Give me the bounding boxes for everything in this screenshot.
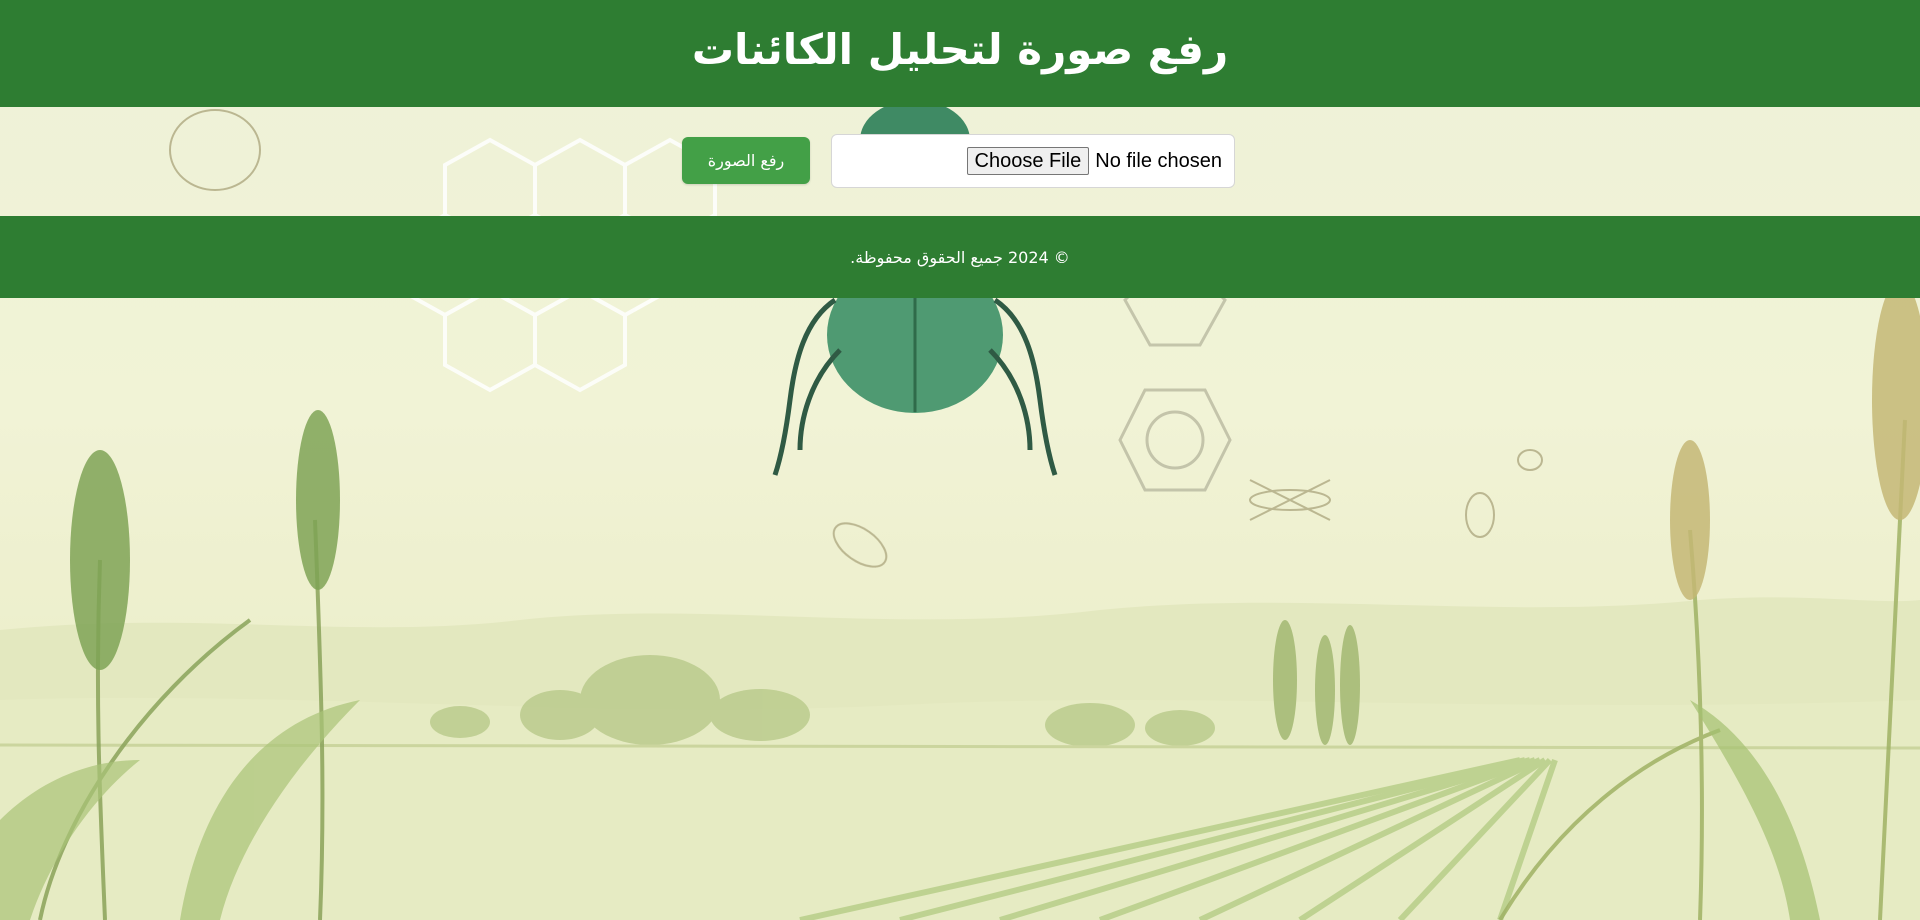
upload-image-button[interactable]: رفع الصورة [682,137,810,184]
file-input[interactable]: Choose File No file chosen [831,134,1235,188]
page-title: رفع صورة لتحليل الكائنات [691,25,1229,74]
file-status-text: No file chosen [1095,149,1222,172]
upload-form: Choose File No file chosen رفع الصورة [0,107,1920,216]
choose-file-button[interactable]: Choose File [966,147,1090,175]
copyright-text: © 2024 جميع الحقوق محفوظة. [850,247,1070,267]
page-footer: © 2024 جميع الحقوق محفوظة. [0,216,1920,298]
page-header: رفع صورة لتحليل الكائنات [0,0,1920,107]
